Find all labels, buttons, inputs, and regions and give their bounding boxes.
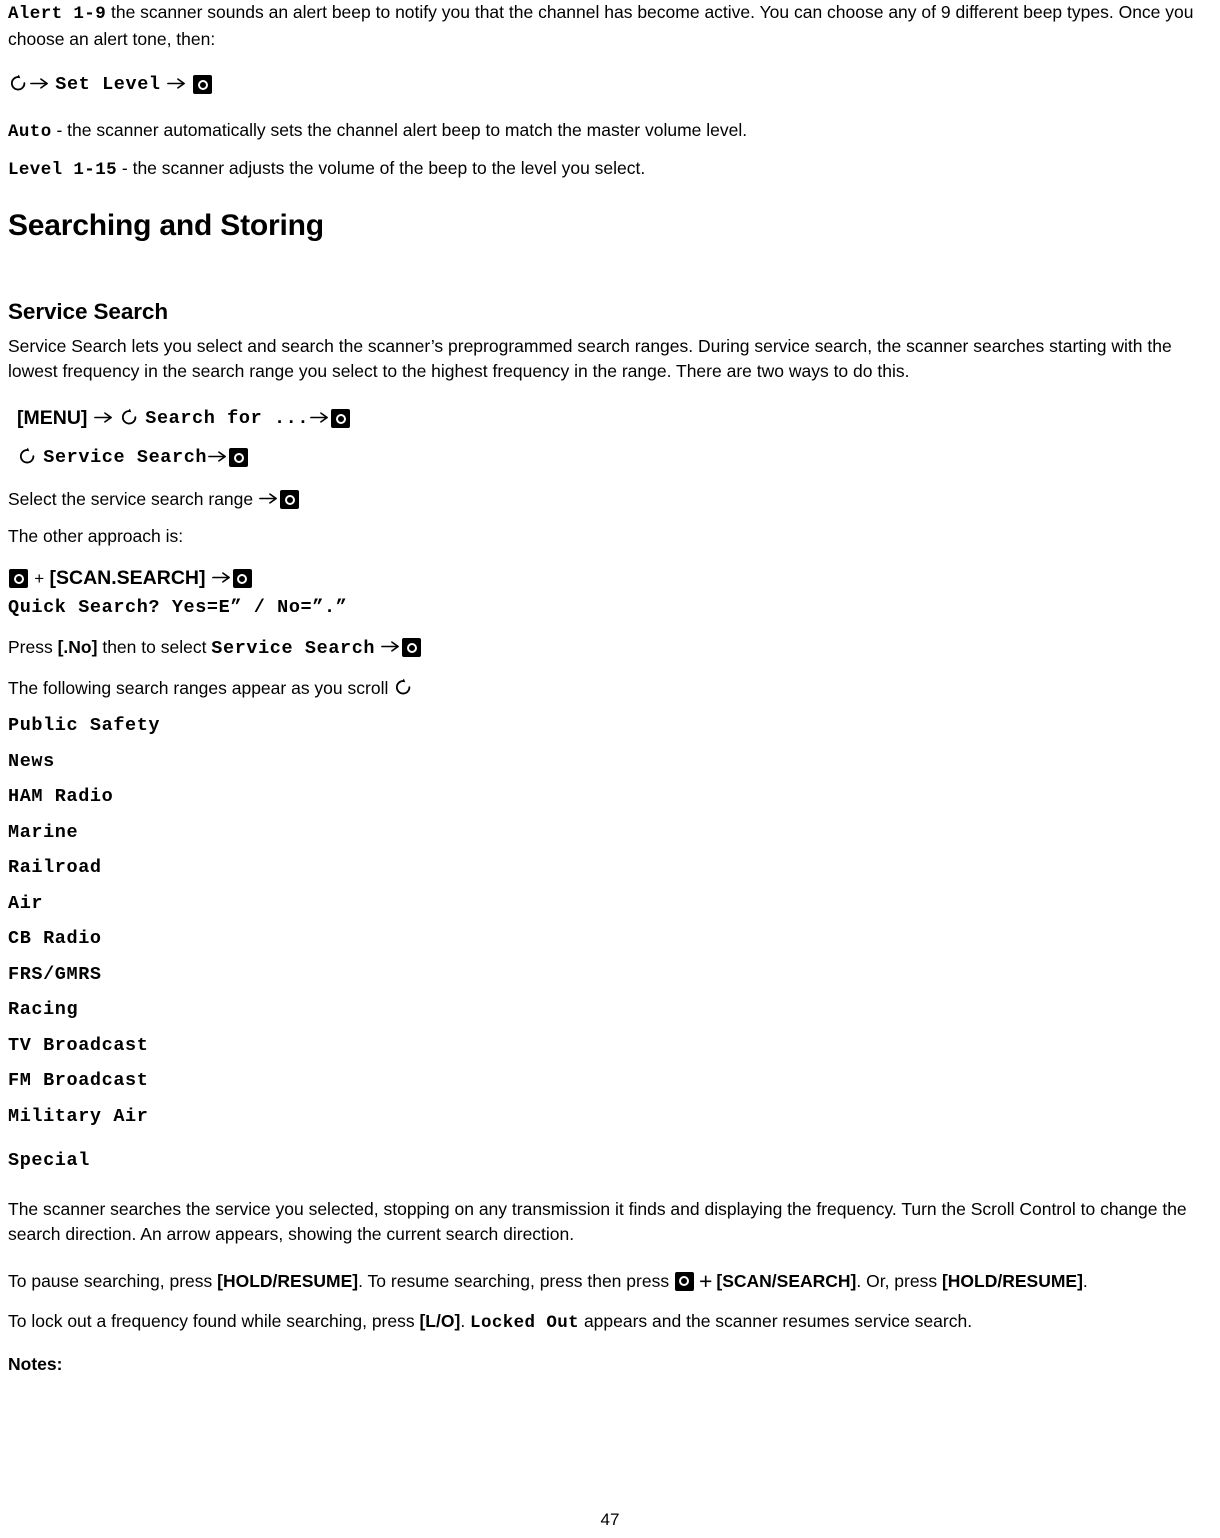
service-search-intro: Service Search lets you select and searc… xyxy=(8,336,1172,381)
press-middle: then to select xyxy=(97,637,212,657)
select-button-icon xyxy=(9,569,28,588)
search-for-label: Search for ... xyxy=(145,408,310,429)
alert-term: Alert 1-9 xyxy=(8,4,107,24)
service-search-label: Service Search xyxy=(43,447,208,468)
scroll-control-icon xyxy=(394,678,413,697)
auto-description: - the scanner automatically sets the cha… xyxy=(51,120,748,140)
level-description: - the scanner adjusts the volume of the … xyxy=(117,158,646,178)
quick-search-prompt: Quick Search? Yes=E” / No=”.” xyxy=(8,597,348,618)
page-number: 47 xyxy=(600,1510,620,1529)
list-item: Marine xyxy=(8,821,79,843)
alert-description: the scanner sounds an alert beep to noti… xyxy=(8,2,1194,49)
auto-term: Auto xyxy=(8,122,52,142)
list-item: Special xyxy=(8,1150,90,1171)
list-item: Railroad xyxy=(8,857,102,878)
other-approach-text: The other approach is: xyxy=(8,526,184,546)
list-item: Military Air xyxy=(8,1105,149,1127)
set-level-label: Set Level xyxy=(55,74,161,95)
menu-search-for-step: [MENU] Search for ... xyxy=(8,403,1212,434)
scan-search-key: [SCAN/SEARCH] xyxy=(716,1270,857,1291)
alert-paragraph: Alert 1-9 the scanner sounds an alert be… xyxy=(8,0,1212,52)
section-heading: Service Search xyxy=(8,299,168,324)
select-button-icon xyxy=(402,638,421,657)
list-item: FRS/GMRS xyxy=(8,963,102,985)
hold-resume-key: [HOLD/RESUME] xyxy=(217,1270,359,1291)
select-range-text: Select the service search range xyxy=(8,489,254,509)
press-no-step: Press [.No] then to select Service Searc… xyxy=(8,633,1212,663)
scroll-control-icon xyxy=(18,447,37,466)
lockout-part2: . xyxy=(460,1310,471,1331)
scroll-intro-text: The following search ranges appear as yo… xyxy=(8,678,394,698)
auto-paragraph: Auto - the scanner automatically sets th… xyxy=(8,118,1212,145)
right-arrow-icon-2 xyxy=(309,409,330,426)
right-arrow-icon xyxy=(380,638,401,655)
lockout-paragraph: To lock out a frequency found while sear… xyxy=(8,1309,1212,1336)
list-item: Public Safety xyxy=(8,715,161,736)
right-arrow-icon xyxy=(29,75,50,92)
list-item: Air xyxy=(8,892,44,914)
right-arrow-icon xyxy=(93,409,114,426)
level-term: Level 1-15 xyxy=(8,160,118,180)
right-arrow-icon xyxy=(207,448,228,465)
service-search-step: Service Search xyxy=(8,443,1212,473)
lo-key: [L/O] xyxy=(419,1310,461,1331)
service-search-label-2: Service Search xyxy=(211,638,376,659)
manual-page: Alert 1-9 the scanner sounds an alert be… xyxy=(0,0,1220,1538)
locked-out-text: Locked Out xyxy=(470,1312,580,1333)
scroll-control-icon xyxy=(120,408,139,427)
menu-key: [MENU] xyxy=(17,407,88,429)
scan-search-key: [SCAN.SEARCH] xyxy=(49,567,206,589)
press-prefix: Press xyxy=(8,637,58,657)
select-range-step: Select the service search range xyxy=(8,487,1212,512)
list-item: FM Broadcast xyxy=(8,1070,149,1091)
select-button-icon xyxy=(674,1271,694,1291)
list-item: TV Broadcast xyxy=(8,1034,149,1056)
select-button-icon-2 xyxy=(232,569,252,588)
lockout-part3: appears and the scanner resumes service … xyxy=(579,1310,973,1331)
list-item: Racing xyxy=(8,999,79,1020)
scan-search-combo-step: + [SCAN.SEARCH] xyxy=(8,563,1212,594)
right-arrow-icon xyxy=(211,569,232,586)
search-behavior-paragraph: The scanner searches the service you sel… xyxy=(8,1198,1187,1244)
pause-part2: . To resume searching, press then press xyxy=(358,1270,674,1291)
notes-label: Notes: xyxy=(8,1353,63,1374)
list-item: News xyxy=(8,750,55,772)
scroll-control-icon xyxy=(9,74,28,93)
right-arrow-icon-2 xyxy=(166,75,187,92)
pause-resume-paragraph: To pause searching, press [HOLD/RESUME].… xyxy=(8,1266,1212,1296)
pause-part1: To pause searching, press xyxy=(8,1270,218,1291)
chapter-heading: Searching and Storing xyxy=(8,209,324,242)
plus-symbol: + xyxy=(698,1267,713,1294)
right-arrow-icon xyxy=(258,490,279,507)
scroll-ranges-intro: The following search ranges appear as yo… xyxy=(8,676,1212,701)
level-paragraph: Level 1-15 - the scanner adjusts the vol… xyxy=(8,156,1212,183)
lockout-part1: To lock out a frequency found while sear… xyxy=(8,1310,420,1331)
pause-part4: . xyxy=(1082,1270,1088,1291)
list-item: HAM Radio xyxy=(8,786,114,807)
hold-resume-key-2: [HOLD/RESUME] xyxy=(941,1270,1083,1291)
select-button-icon xyxy=(229,448,249,467)
list-item: CB Radio xyxy=(8,928,102,949)
set-level-step: Set Level xyxy=(8,70,1212,100)
pause-part3: . Or, press xyxy=(856,1270,942,1291)
no-key: [.No] xyxy=(57,637,98,657)
select-button-icon xyxy=(280,490,300,509)
select-button-icon xyxy=(193,75,213,94)
select-button-icon xyxy=(331,409,351,428)
plus-symbol: + xyxy=(34,569,45,588)
service-range-list: Public Safety News HAM Radio Marine Rail… xyxy=(8,708,1212,1179)
